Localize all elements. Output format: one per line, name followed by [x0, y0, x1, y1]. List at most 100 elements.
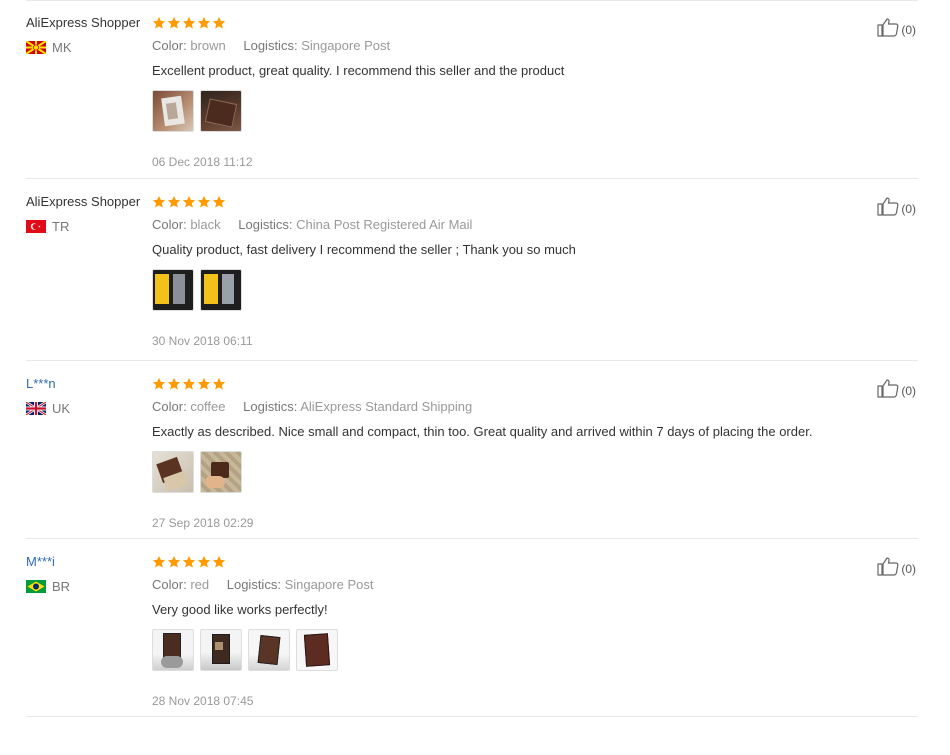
- thumbs-up-icon: [877, 557, 899, 576]
- star-rating: [152, 554, 918, 570]
- thumbs-up-icon: [877, 197, 899, 216]
- helpful-button[interactable]: (0): [877, 196, 916, 216]
- review-photo-thumbnail[interactable]: [152, 629, 194, 671]
- logistics-label: Logistics:: [243, 399, 298, 414]
- star-icon: [152, 555, 166, 568]
- review-content: Color: red Logistics: Singapore Post Ver…: [152, 554, 918, 708]
- star-icon: [212, 16, 226, 29]
- star-icon: [182, 555, 196, 568]
- review-photo-thumbnail[interactable]: [152, 451, 194, 493]
- star-icon: [152, 195, 166, 208]
- reviewer-name[interactable]: L***n: [26, 376, 151, 392]
- review-text: Very good like works perfectly!: [152, 602, 328, 617]
- star-icon: [182, 377, 196, 390]
- helpful-button[interactable]: (0): [877, 17, 916, 37]
- review-text: Quality product, fast delivery I recomme…: [152, 242, 576, 257]
- flag-br-icon: [26, 580, 46, 593]
- star-icon: [197, 555, 211, 568]
- logistics-label: Logistics:: [243, 38, 298, 53]
- flag-uk-icon: [26, 402, 46, 415]
- logistics-value: Singapore Post: [284, 577, 374, 592]
- feedback-item: L***n UK Color: coffee Logistics: AliExp…: [26, 361, 918, 539]
- reviewer-name[interactable]: M***i: [26, 554, 151, 570]
- review-photo-thumbnail[interactable]: [200, 269, 242, 311]
- country-code: TR: [52, 219, 70, 234]
- star-rating: [152, 376, 918, 392]
- review-date: 06 Dec 2018 11:12: [152, 155, 253, 169]
- review-photo-thumbnail[interactable]: [152, 90, 194, 132]
- star-icon: [167, 555, 181, 568]
- order-info: Color: brown Logistics: Singapore Post: [152, 38, 918, 54]
- review-content: Color: brown Logistics: Singapore Post E…: [152, 15, 918, 169]
- star-rating: [152, 194, 918, 210]
- logistics-value: Singapore Post: [301, 38, 391, 53]
- review-photo-thumbnail[interactable]: [200, 90, 242, 132]
- star-icon: [167, 377, 181, 390]
- star-icon: [152, 16, 166, 29]
- star-icon: [152, 377, 166, 390]
- feedback-list: AliExpress Shopper MK Color: brown Logis…: [26, 0, 918, 717]
- review-text: Exactly as described. Nice small and com…: [152, 424, 813, 439]
- star-icon: [167, 195, 181, 208]
- order-info: Color: red Logistics: Singapore Post: [152, 577, 918, 593]
- color-value: brown: [190, 38, 226, 53]
- reviewer-info: L***n UK: [26, 376, 151, 416]
- flag-mk-icon: [26, 41, 46, 54]
- star-icon: [182, 195, 196, 208]
- color-label: Color:: [152, 577, 187, 592]
- review-photos: [152, 629, 918, 671]
- review-photos: [152, 451, 918, 493]
- reviewer-country: TR: [26, 219, 151, 234]
- color-value: red: [190, 577, 210, 592]
- helpful-count: (0): [901, 23, 916, 37]
- review-content: Color: black Logistics: China Post Regis…: [152, 194, 918, 348]
- star-icon: [212, 555, 226, 568]
- review-photo-thumbnail[interactable]: [296, 629, 338, 671]
- reviewer-name: AliExpress Shopper: [26, 194, 141, 209]
- reviewer-name: AliExpress Shopper: [26, 15, 141, 30]
- feedback-item: M***i BR Color: red Logistics: Singapore: [26, 539, 918, 717]
- review-photo-thumbnail[interactable]: [200, 629, 242, 671]
- country-code: UK: [52, 401, 71, 416]
- review-date: 28 Nov 2018 07:45: [152, 694, 254, 708]
- star-icon: [182, 16, 196, 29]
- helpful-count: (0): [901, 202, 916, 216]
- review-text: Excellent product, great quality. I reco…: [152, 63, 565, 78]
- country-code: MK: [52, 40, 72, 55]
- helpful-count: (0): [901, 384, 916, 398]
- reviewer-country: BR: [26, 579, 151, 594]
- helpful-button[interactable]: (0): [877, 556, 916, 576]
- star-icon: [212, 377, 226, 390]
- star-icon: [212, 195, 226, 208]
- feedback-item: AliExpress Shopper TR Color: black Logis…: [26, 179, 918, 361]
- reviewer-info: AliExpress Shopper MK: [26, 15, 151, 55]
- star-rating: [152, 15, 918, 31]
- thumbs-up-icon: [877, 379, 899, 398]
- country-code: BR: [52, 579, 71, 594]
- logistics-label: Logistics:: [238, 217, 293, 232]
- color-label: Color:: [152, 217, 187, 232]
- color-label: Color:: [152, 399, 187, 414]
- color-value: coffee: [190, 399, 226, 414]
- logistics-label: Logistics:: [226, 577, 281, 592]
- order-info: Color: coffee Logistics: AliExpress Stan…: [152, 399, 918, 415]
- reviewer-info: M***i BR: [26, 554, 151, 594]
- review-date: 27 Sep 2018 02:29: [152, 516, 254, 530]
- flag-tr-icon: [26, 220, 46, 233]
- order-info: Color: black Logistics: China Post Regis…: [152, 217, 918, 233]
- review-photos: [152, 269, 918, 311]
- review-content: Color: coffee Logistics: AliExpress Stan…: [152, 376, 918, 530]
- color-label: Color:: [152, 38, 187, 53]
- review-photo-thumbnail[interactable]: [152, 269, 194, 311]
- review-photo-thumbnail[interactable]: [248, 629, 290, 671]
- helpful-button[interactable]: (0): [877, 378, 916, 398]
- review-date: 30 Nov 2018 06:11: [152, 334, 253, 348]
- logistics-value: China Post Registered Air Mail: [296, 217, 473, 232]
- reviewer-country: UK: [26, 401, 151, 416]
- helpful-count: (0): [901, 562, 916, 576]
- star-icon: [197, 16, 211, 29]
- review-photo-thumbnail[interactable]: [200, 451, 242, 493]
- reviewer-info: AliExpress Shopper TR: [26, 194, 151, 234]
- star-icon: [197, 195, 211, 208]
- logistics-value: AliExpress Standard Shipping: [300, 399, 473, 414]
